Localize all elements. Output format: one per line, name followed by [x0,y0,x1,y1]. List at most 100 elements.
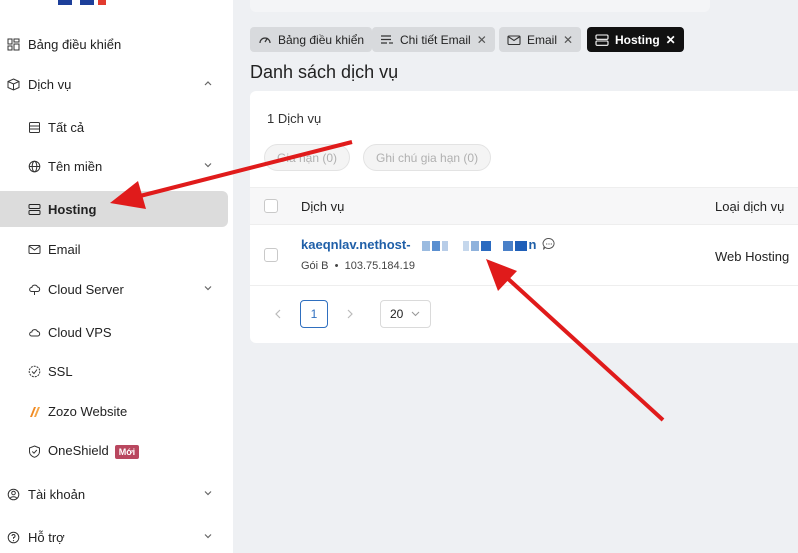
top-search-bar[interactable] [250,0,710,12]
support-icon [6,530,20,544]
redacted-block [503,240,514,251]
mail-icon [27,242,41,256]
sidebar-item-ssl[interactable]: SSL [0,353,228,389]
separator-dot: • [331,260,342,272]
tab-label: Bảng điều khiển [278,32,365,47]
chevron-down-icon [204,286,212,291]
service-name-link[interactable]: kaeqnlav.nethost- n [301,237,556,252]
server-icon [27,202,41,216]
chevron-down-icon [204,491,212,496]
chevron-up-icon [204,81,212,86]
redacted-block [442,240,449,251]
renew-button[interactable]: Gia hạn (0) [264,144,351,171]
chevron-down-icon [411,311,420,317]
box-icon [6,77,20,91]
sidebar-item-label: Tất cả [48,119,85,135]
lines-icon [380,33,394,47]
close-icon[interactable]: ✕ [477,33,487,47]
mail-icon [507,33,521,47]
select-all-checkbox[interactable] [264,199,278,213]
page-button-current[interactable]: 1 [300,300,328,328]
row-checkbox[interactable] [264,248,278,262]
sidebar-item-support[interactable]: Hỗ trợ [0,519,228,553]
service-count: 1 Dịch vụ [267,111,322,126]
page-size-select[interactable]: 20 [380,300,431,328]
renew-note-button[interactable]: Ghi chú gia hạn (0) [363,144,492,171]
sidebar-item-label: Dịch vụ [28,76,72,92]
service-name-suffix: n [528,237,537,252]
service-list-card: 1 Dịch vụ Gia hạn (0) Ghi chú gia hạn (0… [250,91,798,343]
table-row[interactable]: kaeqnlav.nethost- n Gói B • 103.75.184.1… [250,225,798,286]
tab-label: Chi tiết Email [400,32,471,47]
tab-dashboard[interactable]: Bảng điều khiển [250,27,373,52]
redacted-block [422,240,431,251]
chevron-down-icon [204,163,212,168]
column-header-type: Loại dịch vụ [715,199,785,214]
sidebar-item-label: Tài khoản [28,486,86,502]
tab-label: Hosting [615,32,660,47]
redacted-block [462,240,469,251]
tab-email[interactable]: Email ✕ [499,27,582,52]
service-name-prefix: kaeqnlav.nethost- [301,237,411,252]
globe-icon [27,159,41,173]
chevron-down-icon [204,534,212,539]
chevron-right-icon [347,309,353,319]
chevron-left-icon [275,309,281,319]
sidebar-item-email[interactable]: Email [0,231,228,267]
sidebar-item-label: Hỗ trợ [28,529,65,545]
sidebar-item-label: Cloud Server [48,281,124,297]
tab-email-detail[interactable]: Chi tiết Email ✕ [372,27,495,52]
list-icon [27,120,41,134]
sidebar-item-label: Tên miền [48,158,103,174]
sidebar-item-hosting[interactable]: Hosting [0,191,228,227]
brand-logo[interactable] [58,0,110,5]
tab-label: Email [527,32,558,47]
sidebar-item-zozo-website[interactable]: Zozo Website [0,393,228,429]
close-icon[interactable]: ✕ [666,33,676,47]
close-icon[interactable]: ✕ [563,33,573,47]
redacted-block [432,240,441,251]
prev-page-button[interactable] [264,300,292,328]
sidebar-item-label: OneShield Mới [48,443,140,459]
table-header: Dịch vụ Loại dịch vụ [250,187,798,225]
gauge-icon [258,33,272,47]
service-ip: 103.75.184.19 [344,260,415,272]
user-icon [6,487,20,501]
page-size-value: 20 [390,307,404,321]
sidebar-item-label: Zozo Website [48,403,128,419]
zozo-icon [27,404,41,418]
oneshield-label: OneShield [48,443,109,459]
sidebar-item-label: Email [48,241,81,257]
service-meta: Gói B • 103.75.184.19 [301,260,415,272]
sidebar-item-domains[interactable]: Tên miền [0,148,228,184]
cloud-server-icon [27,282,41,296]
sidebar: Bảng điều khiển Dịch vụ Tất cả Tên miền … [0,0,233,553]
redacted-block [480,240,491,251]
sidebar-item-label: SSL [48,363,73,379]
tab-hosting[interactable]: Hosting ✕ [587,27,684,52]
sidebar-item-services[interactable]: Dịch vụ [0,66,228,102]
next-page-button[interactable] [336,300,364,328]
redacted-block [515,240,528,251]
dashboard-icon [6,37,20,51]
column-header-service: Dịch vụ [301,199,345,214]
sidebar-item-label: Bảng điều khiển [28,36,122,52]
sidebar-item-cloud-server[interactable]: Cloud Server [0,271,228,307]
sidebar-item-dashboard[interactable]: Bảng điều khiển [0,26,228,62]
comment-icon[interactable] [542,237,556,251]
ssl-icon [27,364,41,378]
cloud-icon [27,325,41,339]
sidebar-item-account[interactable]: Tài khoản [0,476,228,512]
redacted-block [470,240,479,251]
sidebar-item-cloud-vps[interactable]: Cloud VPS [0,314,228,350]
shield-icon [27,444,41,458]
service-type: Web Hosting [715,249,790,264]
sidebar-item-label: Hosting [48,201,97,217]
service-plan: Gói B [301,260,329,272]
sidebar-item-oneshield[interactable]: OneShield Mới [0,433,228,469]
page-title: Danh sách dịch vụ [250,62,399,82]
sidebar-item-label: Cloud VPS [48,324,112,340]
new-badge: Mới [114,444,140,459]
server-icon [595,33,609,47]
sidebar-item-all[interactable]: Tất cả [0,109,228,145]
